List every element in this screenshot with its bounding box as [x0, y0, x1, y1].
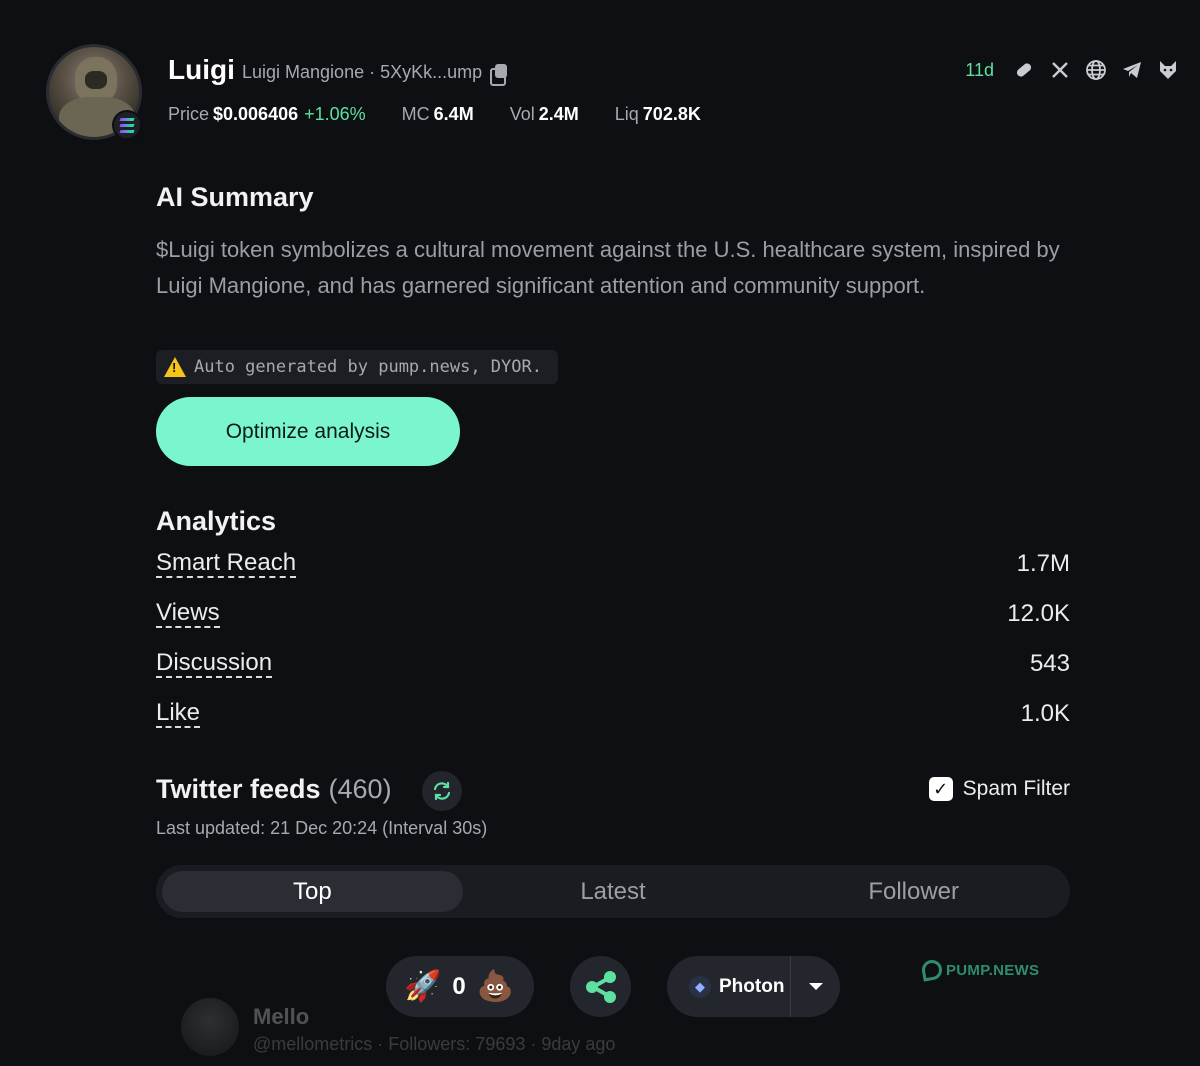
price-change: +1.06%	[304, 104, 366, 124]
share-button[interactable]	[570, 956, 631, 1017]
chevron-down-icon	[808, 983, 823, 990]
warning-icon	[164, 357, 186, 377]
token-stats: Price $0.006406 +1.06% MC 6.4M Vol 2.4M Liq 7…	[168, 104, 701, 125]
ai-summary-text: $Luigi token symbolizes a cultural movem…	[156, 237, 1060, 298]
feed-user-avatar[interactable]	[181, 998, 239, 1056]
poop-icon[interactable]: 💩	[477, 969, 514, 1004]
optimize-analysis-button[interactable]: Optimize analysis	[156, 397, 460, 466]
copy-icon[interactable]	[490, 63, 508, 86]
mc-label: MC	[401, 104, 430, 124]
mc-value: 6.4M	[433, 104, 474, 124]
telegram-icon[interactable]	[1120, 58, 1144, 82]
globe-icon[interactable]	[1084, 58, 1108, 82]
token-symbol: Luigi	[168, 54, 235, 85]
metric-value: 543	[1029, 650, 1070, 677]
token-name-address: Luigi Mangione · 5XyKk...ump	[242, 62, 483, 82]
share-icon	[585, 970, 616, 1003]
pump-news-logo-icon	[920, 958, 944, 982]
liq-label: Liq	[614, 104, 639, 124]
refresh-button[interactable]	[422, 771, 462, 811]
photon-button-main[interactable]: ◆ Photon	[667, 975, 790, 998]
vol-stat: Vol 2.4M	[510, 104, 579, 125]
metric-row-discussion: Discussion 543	[156, 650, 1070, 678]
tab-latest[interactable]: Latest	[463, 871, 764, 912]
metric-label[interactable]: Like	[156, 700, 201, 728]
pump-news-watermark: PUMP.NEWS	[920, 958, 1040, 982]
metric-label[interactable]: Discussion	[156, 650, 273, 678]
refresh-icon	[433, 781, 451, 801]
vol-label: Vol	[509, 104, 535, 124]
mc-stat: MC 6.4M	[402, 104, 474, 125]
ai-summary-title: AI Summary	[156, 182, 314, 212]
wolf-icon[interactable]	[1156, 58, 1180, 82]
token-avatar	[46, 44, 142, 140]
metric-row-views: Views 12.0K	[156, 600, 1070, 628]
metric-value: 1.7M	[1016, 550, 1070, 577]
token-subtitle: Luigi Mangione · 5XyKk...ump	[242, 62, 508, 86]
metric-row-smart-reach: Smart Reach 1.7M	[156, 550, 1070, 578]
last-updated-text: Last updated: 21 Dec 20:24 (Interval 30s…	[156, 818, 488, 838]
liq-value: 702.8K	[642, 104, 701, 124]
rocket-icon[interactable]: 🚀	[404, 969, 441, 1004]
metric-label[interactable]: Views	[156, 600, 220, 628]
feed-user-meta: @mellometrics · Followers: 79693 · 9day …	[253, 1034, 616, 1054]
metric-value: 1.0K	[1020, 700, 1070, 727]
token-age: 11d	[965, 59, 994, 80]
header-links: 11d	[965, 58, 1180, 82]
price-value: $0.006406	[213, 104, 299, 124]
metric-row-like: Like 1.0K	[156, 700, 1070, 728]
ai-disclaimer: Auto generated by pump.news, DYOR.	[156, 350, 558, 384]
vote-pill: 🚀 0 💩	[386, 956, 534, 1017]
solana-chain-icon	[112, 110, 142, 140]
price-label: Price	[168, 104, 210, 124]
analytics-title: Analytics	[156, 506, 277, 536]
metric-label[interactable]: Smart Reach	[156, 550, 297, 578]
watermark-text: PUMP.NEWS	[946, 961, 1040, 979]
feed-tabs: Top Latest Follower	[156, 865, 1070, 918]
photon-label: Photon	[719, 975, 785, 997]
photon-icon: ◆	[689, 975, 711, 998]
feeds-count: (460)	[328, 774, 392, 804]
photon-trade-button: ◆ Photon	[667, 956, 840, 1017]
liq-stat: Liq 702.8K	[615, 104, 701, 125]
feeds-title-text: Twitter feeds	[156, 774, 321, 804]
pill-icon[interactable]	[1012, 58, 1036, 82]
tab-top[interactable]: Top	[162, 871, 463, 912]
spam-filter-label: Spam Filter	[962, 777, 1070, 800]
tab-follower[interactable]: Follower	[763, 871, 1064, 912]
vol-value: 2.4M	[538, 104, 579, 124]
vote-count: 0	[452, 972, 466, 1000]
twitter-feeds-title: Twitter feeds (460)	[156, 774, 392, 805]
price-stat: Price $0.006406 +1.06%	[168, 104, 366, 125]
spam-filter-checkbox[interactable]: ✓	[928, 777, 953, 801]
metric-value: 12.0K	[1007, 600, 1070, 627]
disclaimer-text: Auto generated by pump.news, DYOR.	[194, 357, 542, 377]
x-icon[interactable]	[1048, 58, 1072, 82]
spam-filter-toggle[interactable]: ✓ Spam Filter	[928, 777, 1070, 801]
photon-dropdown-toggle[interactable]	[791, 983, 840, 990]
feed-user-name[interactable]: Mello	[253, 1004, 309, 1030]
